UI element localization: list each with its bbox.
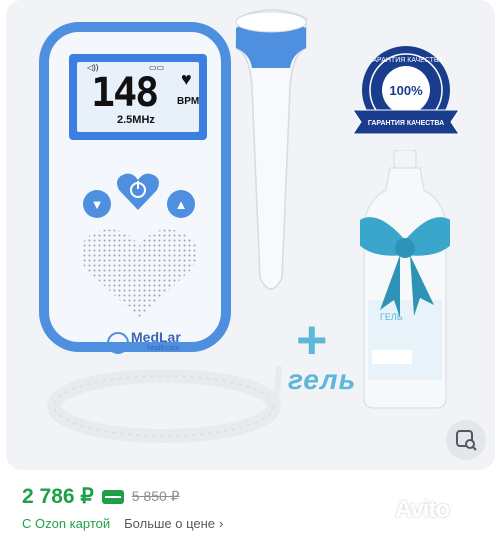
avito-watermark: Avito [395, 496, 450, 524]
arrow-down-button: ▼ [83, 190, 111, 218]
coiled-cable [47, 366, 282, 443]
power-heart-button [117, 173, 159, 210]
badge-ribbon-text: ГАРАНТИЯ КАЧЕСТВА [368, 120, 444, 127]
brand-logo-icon [107, 332, 129, 354]
current-price: 2 786 ₽ [22, 485, 94, 508]
gel-bottle: ГЕЛЬ [360, 150, 450, 409]
frequency-label: 2.5MHz [117, 114, 155, 126]
price-info-row: С Ozon картой Больше о цене › [22, 516, 223, 531]
badge-center-text: 100% [389, 83, 423, 98]
speaker-grille [80, 229, 198, 318]
arrow-up-button: ▲ [167, 190, 195, 218]
card-icon [101, 489, 124, 504]
ozon-card-label: С Ozon картой [22, 516, 111, 531]
price-row: 2 786 ₽ 5 850 ₽ [22, 484, 180, 509]
bpm-value: 148 [91, 70, 159, 116]
old-price: 5 850 ₽ [131, 488, 180, 504]
gel-caption: гель [288, 364, 357, 395]
doppler-probe [235, 9, 307, 290]
plus-icon: + [296, 310, 328, 370]
chevron-right-icon: › [219, 516, 224, 531]
more-about-price-label: Больше о цене [124, 516, 216, 531]
doppler-device: ◁)) ▭▭ 148 ♥ BPM 2.5MHz ▼ ▲ MedLar healt… [39, 22, 231, 354]
bpm-unit: BPM [177, 96, 200, 107]
watermark-text: Avito [395, 496, 450, 523]
product-photo: ◁)) ▭▭ 148 ♥ BPM 2.5MHz ▼ ▲ MedLar healt… [6, 0, 495, 470]
image-search-button[interactable] [446, 420, 486, 460]
more-about-price-link[interactable]: Больше о цене › [124, 516, 223, 531]
brand-logo-name: MedLar [131, 329, 181, 345]
brand-logo-sub: healthcare [147, 345, 180, 352]
badge-top-text: ГАРАНТИЯ КАЧЕСТВА [369, 57, 443, 64]
product-image-card[interactable]: ◁)) ▭▭ 148 ♥ BPM 2.5MHz ▼ ▲ MedLar healt… [6, 0, 495, 470]
device-screen: ◁)) ▭▭ 148 ♥ BPM 2.5MHz [69, 54, 207, 140]
image-search-icon [456, 430, 477, 451]
quality-guarantee-badge: ГАРАНТИЯ КАЧЕСТВА 100% ГАРАНТИЯ КАЧЕСТВА [352, 46, 460, 135]
heart-icon: ♥ [181, 69, 192, 89]
